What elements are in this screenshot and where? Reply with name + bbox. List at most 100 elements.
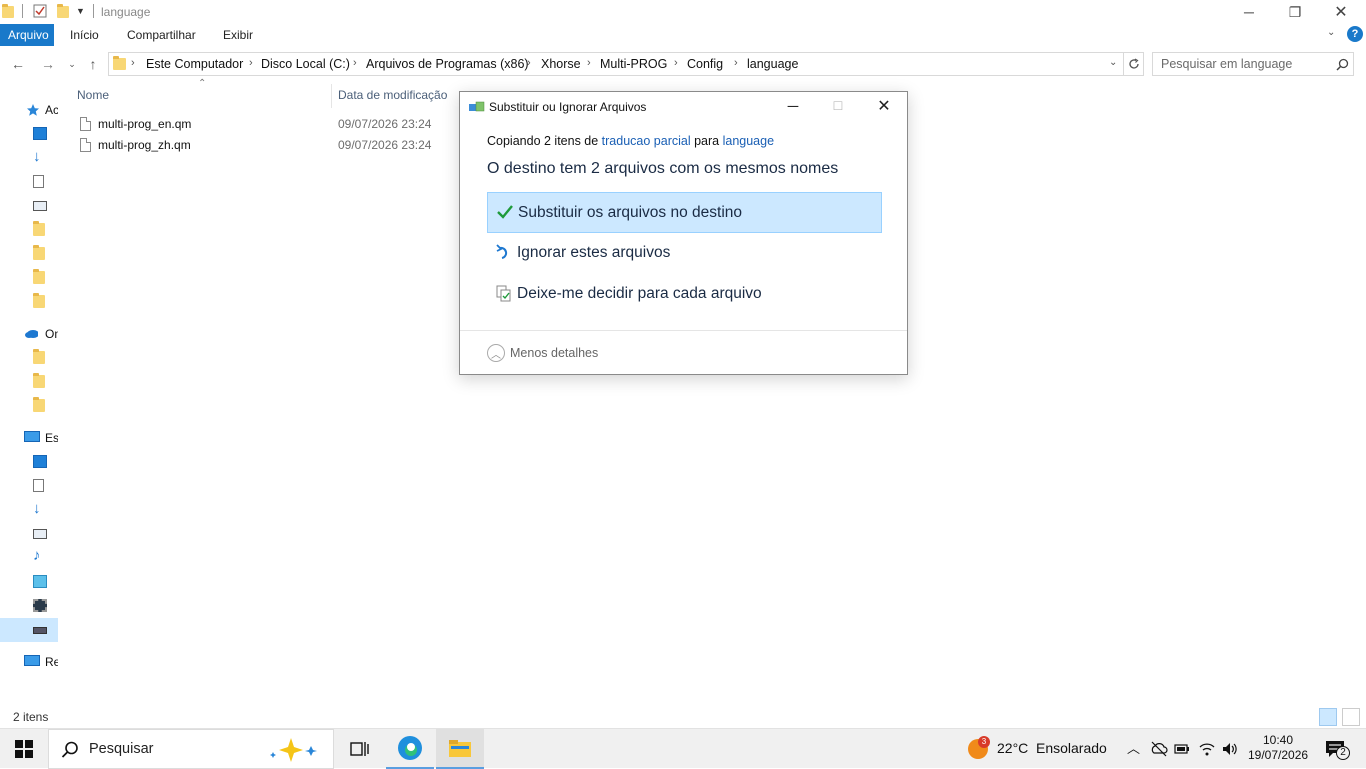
breadcrumb-este-computador[interactable]: Este Computador [146,57,243,71]
folder-icon [33,397,45,412]
nav-item-folder[interactable] [0,218,58,242]
dialog-close-button[interactable]: ✕ [869,94,899,118]
nav-item-quick-access[interactable]: Ac [0,98,58,122]
folder-icon [33,373,45,388]
nav-item-folder[interactable] [0,370,58,394]
checkmark-icon [497,205,513,219]
volume-icon[interactable] [1222,741,1238,757]
nav-item-music[interactable]: ♪ [0,546,58,570]
notification-center-button[interactable]: 2 [1316,729,1366,769]
nav-item-documents[interactable] [0,170,58,194]
search-box[interactable] [1152,52,1354,76]
restore-button[interactable]: ❐ [1272,0,1318,24]
tab-compartilhar[interactable]: Compartilhar [119,24,204,46]
nav-item-pictures[interactable] [0,522,58,546]
start-button[interactable] [0,729,48,769]
picture-icon [33,529,47,539]
tab-arquivo[interactable]: Arquivo [0,24,54,46]
chevron-right-icon[interactable]: › [131,57,135,69]
skip-files-option[interactable]: Ignorar estes arquivos [487,233,882,274]
expand-ribbon-icon[interactable]: ⌄ [1327,27,1335,38]
window-title: language [101,5,151,19]
nav-item-folder[interactable] [0,290,58,314]
column-divider[interactable] [331,84,332,108]
taskbar: Pesquisar 3 22°C Ensolarado ︿ 10:40 19/0… [0,728,1366,769]
details-view-button[interactable] [1319,708,1337,726]
file-row[interactable]: multi-prog_en.qm 09/07/2026 23:24 [76,114,476,134]
file-row[interactable]: multi-prog_zh.qm 09/07/2026 23:24 [76,135,476,155]
tab-exibir[interactable]: Exibir [215,24,261,46]
breadcrumb-disco-local[interactable]: Disco Local (C:) [261,57,350,71]
address-dropdown-icon[interactable]: ⌄ [1109,57,1117,68]
weather-condition[interactable]: Ensolarado [1036,740,1107,756]
music-icon: ♪ [33,547,41,564]
close-button[interactable]: ✕ [1318,0,1364,24]
breadcrumb-language[interactable]: language [747,57,798,71]
chevron-right-icon[interactable]: › [249,57,253,69]
nav-item-3d-objects[interactable] [0,570,58,594]
address-row: ← → ⌄ ↑ › Este Computador › Disco Local … [0,50,1366,78]
recent-locations-chevron-icon[interactable]: ⌄ [62,54,82,74]
picture-icon [33,201,47,211]
breadcrumb-multi-prog[interactable]: Multi-PROG [600,57,667,71]
chevron-right-icon[interactable]: › [587,57,591,69]
nav-item-videos[interactable] [0,594,58,618]
nav-item-downloads[interactable]: ↓ [0,146,58,170]
nav-item-este-computador[interactable]: Es [0,426,58,450]
nav-item-pictures[interactable] [0,194,58,218]
nav-item-desktop[interactable] [0,122,58,146]
chevron-right-icon[interactable]: › [734,57,738,69]
folder-icon [2,4,14,18]
chevron-right-icon[interactable]: › [674,57,678,69]
dialog-minimize-button[interactable]: ─ [778,94,808,118]
cube-icon [33,575,47,588]
column-header-nome[interactable]: Nome [77,88,109,102]
minimize-button[interactable]: ─ [1226,0,1272,24]
address-bar[interactable]: › Este Computador › Disco Local (C:) › A… [108,52,1124,76]
back-button[interactable]: ← [8,54,28,74]
decide-each-file-option[interactable]: Deixe-me decidir para cada arquivo [487,274,882,315]
breadcrumb-arquivos-de-programas[interactable]: Arquivos de Programas (x86) [366,57,529,71]
nav-item-desktop[interactable] [0,450,58,474]
nav-item-folder[interactable] [0,394,58,418]
chevron-right-icon[interactable]: › [353,57,357,69]
breadcrumb-config[interactable]: Config [687,57,723,71]
cloud-offline-icon[interactable] [1150,741,1168,757]
nav-item-folder[interactable] [0,266,58,290]
destination-link[interactable]: language [723,134,774,148]
source-link[interactable]: traducao parcial [602,134,691,148]
document-icon [33,175,44,188]
tab-inicio[interactable]: Início [62,24,107,46]
taskbar-search[interactable]: Pesquisar [48,729,334,769]
clock[interactable]: 10:40 19/07/2026 [1248,733,1308,763]
chevron-right-icon[interactable]: › [527,57,531,69]
new-folder-icon[interactable] [57,4,69,18]
nav-item-local-disk[interactable] [0,618,58,642]
file-explorer-taskbar-button[interactable] [436,729,484,769]
search-input[interactable] [1161,56,1331,72]
properties-icon[interactable] [33,4,47,18]
temperature[interactable]: 22°C [997,740,1028,756]
edge-taskbar-button[interactable] [386,729,434,769]
forward-button[interactable]: → [38,54,58,74]
replace-files-option[interactable]: Substituir os arquivos no destino [487,192,882,233]
wifi-icon[interactable] [1198,741,1216,757]
chevron-down-icon[interactable]: ▼ [76,6,90,20]
nav-item-network[interactable]: Re [0,650,58,674]
refresh-button[interactable] [1124,52,1144,76]
nav-item-documents[interactable] [0,474,58,498]
folder-icon [33,293,45,308]
search-icon[interactable] [1336,58,1349,71]
battery-icon[interactable] [1174,742,1190,756]
help-icon[interactable]: ? [1347,26,1363,42]
task-view-button[interactable] [340,729,380,769]
nav-item-folder[interactable] [0,346,58,370]
nav-item-folder[interactable] [0,242,58,266]
nav-item-downloads[interactable]: ↓ [0,498,58,522]
column-header-data[interactable]: Data de modificação [338,88,447,102]
nav-item-onedrive[interactable]: On [0,322,58,346]
breadcrumb-xhorse[interactable]: Xhorse [541,57,581,71]
up-button[interactable]: ↑ [83,54,103,74]
show-hidden-icons-chevron-icon[interactable]: ︿ [1127,738,1140,757]
large-icons-view-button[interactable] [1342,708,1360,726]
